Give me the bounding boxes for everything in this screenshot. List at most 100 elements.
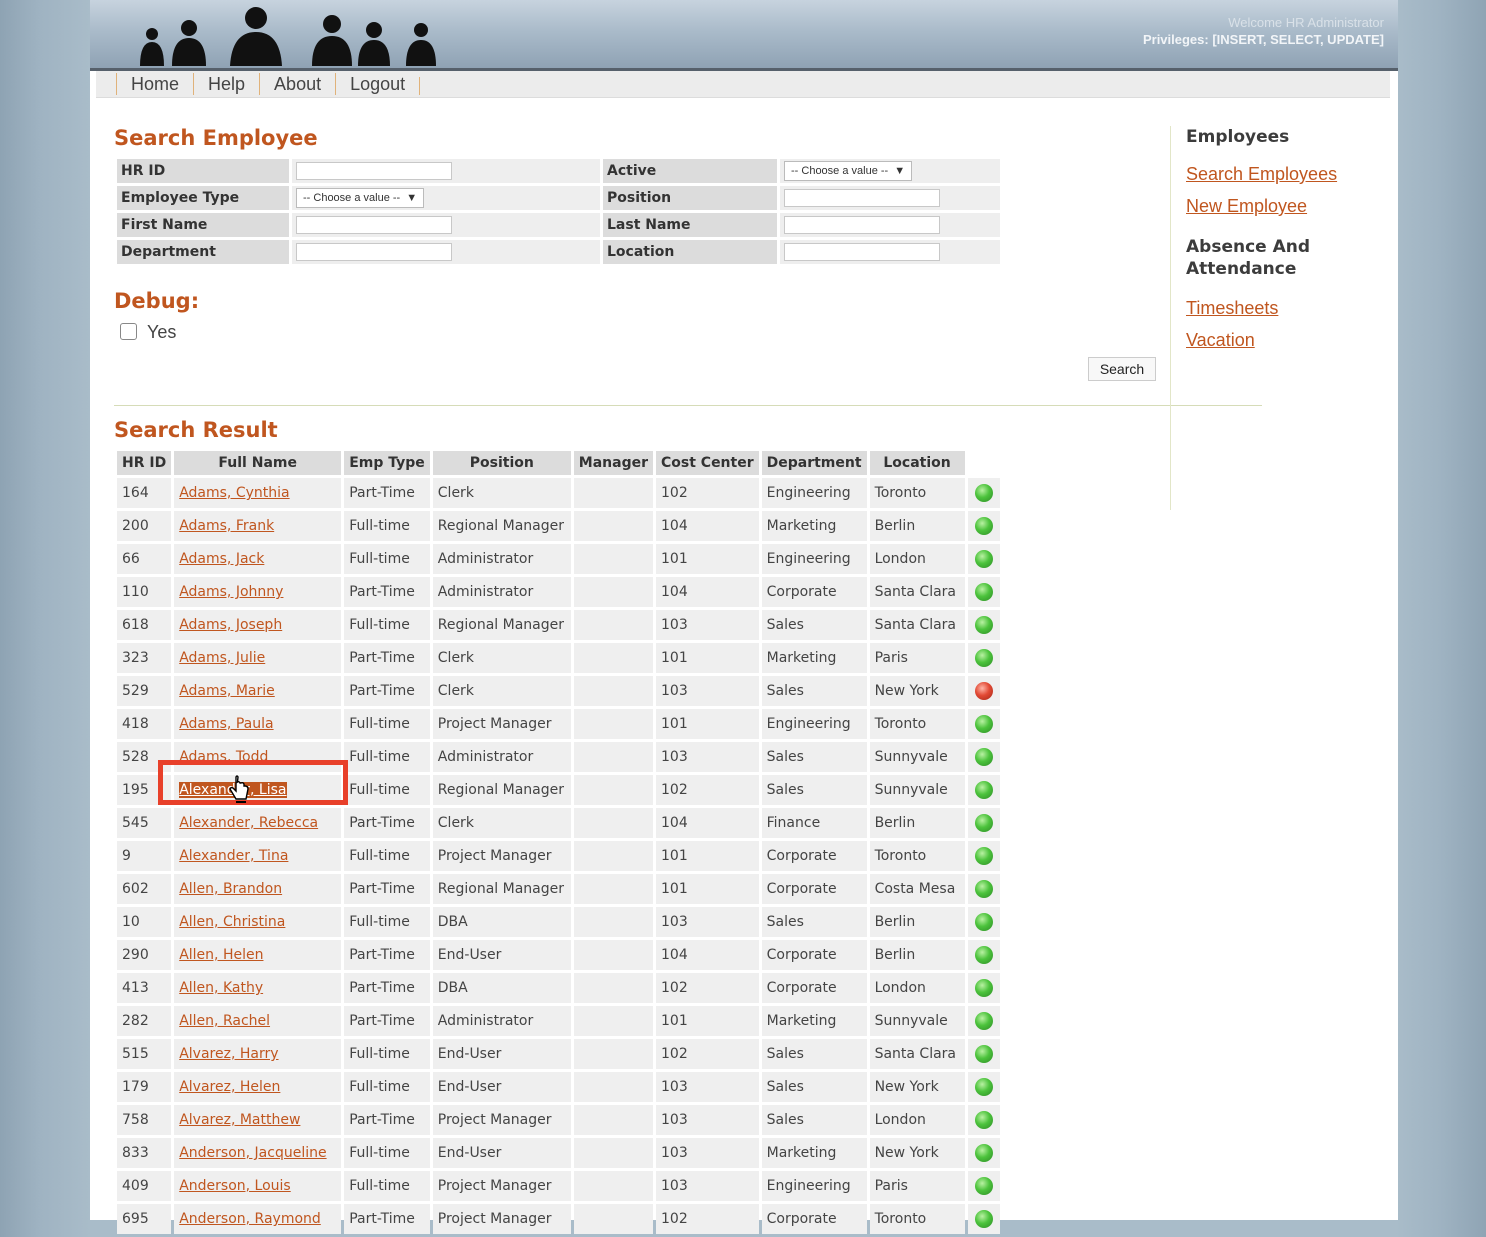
employee-name-link[interactable]: Adams, Johnny bbox=[179, 584, 283, 600]
sidebar-link-vacation[interactable]: Vacation bbox=[1186, 324, 1386, 356]
cell-hr-id: 290 bbox=[117, 940, 172, 970]
employee-name-link[interactable]: Adams, Julie bbox=[179, 650, 265, 666]
cell-cost-center: 103 bbox=[656, 610, 759, 640]
employee-name-link[interactable]: Adams, Joseph bbox=[179, 617, 282, 633]
debug-checkbox[interactable] bbox=[120, 323, 137, 340]
employee-name-link[interactable]: Alexander, Rebecca bbox=[179, 815, 318, 831]
employee-name-link[interactable]: Allen, Kathy bbox=[179, 980, 263, 996]
employee-name-link[interactable]: Anderson, Raymond bbox=[179, 1211, 321, 1227]
cell-full-name: Allen, Kathy bbox=[174, 973, 342, 1003]
employee-name-link[interactable]: Adams, Cynthia bbox=[179, 485, 289, 501]
cell-cost-center: 104 bbox=[656, 940, 759, 970]
cell-full-name: Alvarez, Helen bbox=[174, 1072, 342, 1102]
employee-name-link[interactable]: Alvarez, Matthew bbox=[179, 1112, 300, 1128]
cell-status bbox=[967, 742, 1000, 772]
nav-home[interactable]: Home bbox=[116, 73, 193, 95]
table-row: 282 Allen, Rachel Part-Time Administrator 10… bbox=[117, 1006, 1000, 1036]
col-department[interactable]: Department bbox=[761, 451, 867, 475]
col-manager[interactable]: Manager bbox=[573, 451, 653, 475]
cell-cost-center: 104 bbox=[656, 808, 759, 838]
cell-position: DBA bbox=[432, 973, 571, 1003]
cell-location: Sunnyvale bbox=[869, 742, 965, 772]
results-table: HR ID Full Name Emp Type Position Manage… bbox=[114, 448, 1003, 1237]
cell-manager bbox=[573, 1171, 653, 1201]
employee-name-link[interactable]: Anderson, Jacqueline bbox=[179, 1145, 326, 1161]
cell-manager bbox=[573, 610, 653, 640]
employee-name-link[interactable]: Allen, Brandon bbox=[179, 881, 282, 897]
position-input[interactable] bbox=[784, 189, 940, 207]
search-button[interactable]: Search bbox=[1088, 357, 1156, 381]
cell-cost-center: 101 bbox=[656, 841, 759, 871]
search-employee-title: Search Employee bbox=[114, 126, 318, 150]
cell-manager bbox=[573, 478, 653, 508]
table-row: 110 Adams, Johnny Part-Time Administrator 10… bbox=[117, 577, 1000, 607]
col-cost-center[interactable]: Cost Center bbox=[656, 451, 759, 475]
cell-department: Marketing bbox=[761, 511, 867, 541]
col-emp-type[interactable]: Emp Type bbox=[344, 451, 430, 475]
cell-manager bbox=[573, 907, 653, 937]
cell-status bbox=[967, 907, 1000, 937]
employee-name-link[interactable]: Allen, Rachel bbox=[179, 1013, 270, 1029]
sidebar-heading-absence: Absence And bbox=[1186, 237, 1311, 257]
cell-emp-type: Full-time bbox=[344, 610, 430, 640]
department-input[interactable] bbox=[296, 243, 452, 261]
search-result-title: Search Result bbox=[114, 418, 278, 442]
search-form: HR ID Active -- Choose a value -- ▼ Emplo… bbox=[114, 156, 1003, 267]
active-select[interactable]: -- Choose a value -- ▼ bbox=[784, 161, 913, 181]
cell-cost-center: 103 bbox=[656, 676, 759, 706]
hr-id-input[interactable] bbox=[296, 162, 452, 180]
debug-checkbox-row[interactable]: Yes bbox=[120, 322, 176, 343]
sidebar-link-search-employees[interactable]: Search Employees bbox=[1186, 158, 1386, 190]
cell-cost-center: 104 bbox=[656, 577, 759, 607]
nav-help[interactable]: Help bbox=[193, 73, 259, 95]
nav-about[interactable]: About bbox=[259, 73, 335, 95]
col-hr-id[interactable]: HR ID bbox=[117, 451, 172, 475]
status-green-icon bbox=[974, 517, 993, 535]
employee-name-link[interactable]: Adams, Paula bbox=[179, 716, 273, 732]
sidebar-link-new-employee[interactable]: New Employee bbox=[1186, 190, 1386, 222]
employee-name-link[interactable]: Allen, Christina bbox=[179, 914, 285, 930]
cell-manager bbox=[573, 1039, 653, 1069]
cell-position: End-User bbox=[432, 1039, 571, 1069]
cell-hr-id: 529 bbox=[117, 676, 172, 706]
first-name-input[interactable] bbox=[296, 216, 452, 234]
last-name-input[interactable] bbox=[784, 216, 940, 234]
cell-emp-type: Full-time bbox=[344, 1138, 430, 1168]
cell-cost-center: 102 bbox=[656, 1204, 759, 1234]
cell-cost-center: 103 bbox=[656, 1072, 759, 1102]
cell-manager bbox=[573, 1072, 653, 1102]
cell-department: Sales bbox=[761, 676, 867, 706]
sidebar-link-timesheets[interactable]: Timesheets bbox=[1186, 292, 1386, 324]
employee-name-link[interactable]: Alexander, Tina bbox=[179, 848, 288, 864]
employee-name-link[interactable]: Adams, Jack bbox=[179, 551, 264, 567]
cell-manager bbox=[573, 643, 653, 673]
table-row: 164 Adams, Cynthia Part-Time Clerk 102 Engine… bbox=[117, 478, 1000, 508]
table-row: 10 Allen, Christina Full-time DBA 103 Sales Be… bbox=[117, 907, 1000, 937]
cell-cost-center: 103 bbox=[656, 742, 759, 772]
cell-emp-type: Part-Time bbox=[344, 808, 430, 838]
label-location: Location bbox=[603, 240, 777, 264]
employee-name-link[interactable]: Anderson, Louis bbox=[179, 1178, 291, 1194]
col-full-name[interactable]: Full Name bbox=[174, 451, 342, 475]
location-input[interactable] bbox=[784, 243, 940, 261]
cell-position: DBA bbox=[432, 907, 571, 937]
cell-full-name: Anderson, Raymond bbox=[174, 1204, 342, 1234]
cell-status bbox=[967, 643, 1000, 673]
employee-name-link[interactable]: Allen, Helen bbox=[179, 947, 263, 963]
employee-type-select[interactable]: -- Choose a value -- ▼ bbox=[296, 188, 425, 208]
cell-emp-type: Part-Time bbox=[344, 973, 430, 1003]
col-location[interactable]: Location bbox=[869, 451, 965, 475]
employee-name-link[interactable]: Adams, Frank bbox=[179, 518, 274, 534]
cell-department: Engineering bbox=[761, 544, 867, 574]
employee-name-link[interactable]: Alvarez, Helen bbox=[179, 1079, 280, 1095]
col-position[interactable]: Position bbox=[432, 451, 571, 475]
cell-department: Corporate bbox=[761, 1204, 867, 1234]
cell-emp-type: Part-Time bbox=[344, 1105, 430, 1135]
nav-logout[interactable]: Logout bbox=[335, 73, 419, 95]
debug-checkbox-label: Yes bbox=[147, 322, 177, 342]
employee-name-link[interactable]: Adams, Marie bbox=[179, 683, 275, 699]
cell-full-name: Alvarez, Harry bbox=[174, 1039, 342, 1069]
table-row: 290 Allen, Helen Part-Time End-User 104 Corpo… bbox=[117, 940, 1000, 970]
cell-location: Paris bbox=[869, 643, 965, 673]
employee-name-link[interactable]: Alvarez, Harry bbox=[179, 1046, 278, 1062]
